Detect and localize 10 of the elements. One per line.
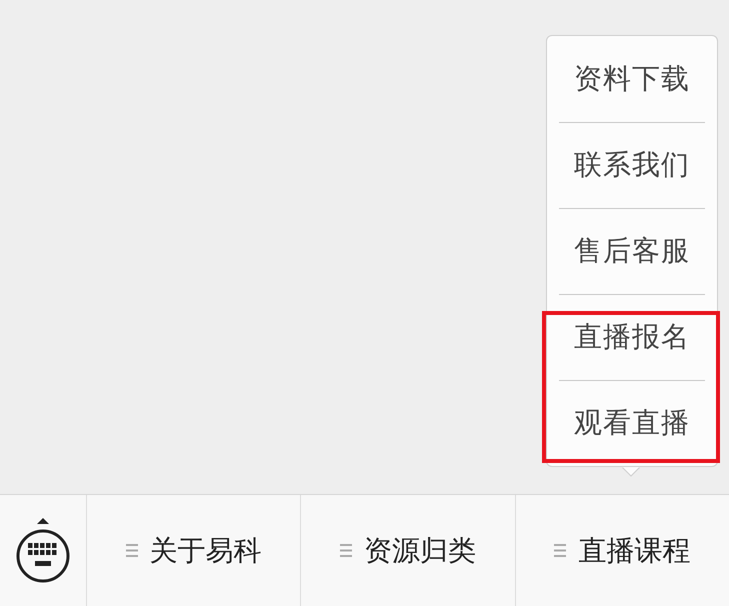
popup-menu-item[interactable]: 观看直播 <box>547 380 717 466</box>
popup-menu-item[interactable]: 售后客服 <box>547 208 717 294</box>
keyboard-toggle-button[interactable] <box>15 518 71 584</box>
popup-menu-item[interactable]: 联系我们 <box>547 122 717 208</box>
menu-icon <box>340 543 352 558</box>
popup-menu-item[interactable]: 资料下载 <box>547 36 717 122</box>
menu-icon <box>554 543 566 558</box>
menu-icon <box>126 543 138 558</box>
keyboard-icon <box>15 518 71 584</box>
popup-menu-item[interactable]: 直播报名 <box>547 294 717 380</box>
